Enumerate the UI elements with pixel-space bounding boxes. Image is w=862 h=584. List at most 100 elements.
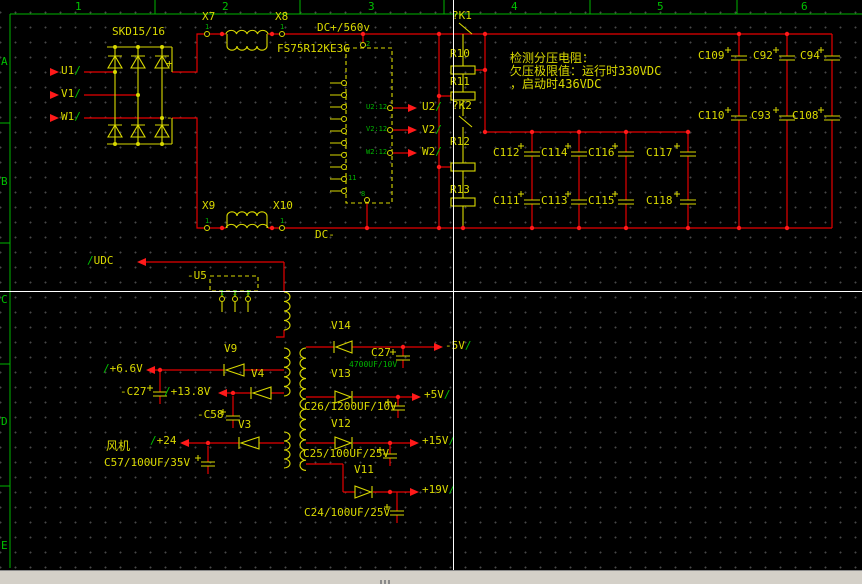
arrow-left-icon xyxy=(218,389,227,397)
diode-v4-icon xyxy=(251,387,271,399)
scrollbar-grip-icon[interactable] xyxy=(380,574,396,582)
wire-udc xyxy=(146,262,284,337)
ref-bridge[interactable]: SKD15/16 xyxy=(112,26,165,37)
note-line3[interactable]: ，启动时436VDC xyxy=(510,78,601,90)
terminals[interactable] xyxy=(205,32,393,302)
arrow-right-icon xyxy=(408,126,417,134)
pin-8[interactable]: 8 xyxy=(361,191,365,198)
diode-v14-icon xyxy=(334,341,352,353)
ref-v3[interactable]: V3 xyxy=(238,419,251,430)
pin-v2[interactable]: V2:12 xyxy=(366,126,387,133)
ref-x7[interactable]: X7 xyxy=(202,11,215,22)
zone-letter: E xyxy=(1,540,8,551)
crosshair-vertical xyxy=(453,0,454,570)
capacitor-plates[interactable] xyxy=(153,56,840,515)
ref-c25[interactable]: C25/100UF/25V xyxy=(303,448,389,459)
components[interactable] xyxy=(107,23,840,515)
ref-k2[interactable]: ?K2 xyxy=(452,100,472,111)
ref-c115[interactable]: C115 xyxy=(588,195,615,206)
pin-x10[interactable]: 1 xyxy=(280,218,284,225)
label-fan[interactable]: 风机 xyxy=(106,440,130,452)
arrow-right-icon xyxy=(410,488,419,496)
ref-c118[interactable]: C118 xyxy=(646,195,673,206)
port-13v8[interactable]: /+13.8V xyxy=(164,386,210,397)
port-u1[interactable]: U1/ xyxy=(61,65,81,76)
wire-divider-chain xyxy=(439,34,485,228)
port-udc[interactable]: /UDC xyxy=(87,255,114,266)
ref-v12[interactable]: V12 xyxy=(331,418,351,429)
net-dc-minus[interactable]: DC- xyxy=(315,229,335,240)
ref-c94[interactable]: C94 xyxy=(800,50,820,61)
ref-c24[interactable]: C24/100UF/25V xyxy=(304,507,390,518)
port-15v[interactable]: +15V/ xyxy=(422,435,455,446)
port-neg5v[interactable]: -5V/ xyxy=(445,340,472,351)
ref-x8[interactable]: X8 xyxy=(275,11,288,22)
ref-c93[interactable]: C93 xyxy=(751,110,771,121)
schematic-canvas[interactable]: 1 2 3 4 5 6 A B C D E U1/V1/W1/SKD15/16X… xyxy=(0,0,862,570)
ref-v13[interactable]: V13 xyxy=(331,368,351,379)
note-line1[interactable]: 检测分压电阻： xyxy=(510,52,594,64)
ref-c27-right[interactable]: C27 xyxy=(371,347,391,358)
port-19v[interactable]: +19V/ xyxy=(422,484,455,495)
val-c27[interactable]: 4700UF/10V xyxy=(349,361,397,369)
pin-w2[interactable]: W2:12 xyxy=(366,149,387,156)
port-v1[interactable]: V1/ xyxy=(61,88,81,99)
arrow-right-icon xyxy=(410,439,419,447)
port-u2[interactable]: U2/ xyxy=(422,101,442,112)
net-dc-plus[interactable]: DC+/560v xyxy=(317,22,370,33)
ref-v4[interactable]: V4 xyxy=(251,368,264,379)
smps-transformer[interactable] xyxy=(284,292,306,470)
zone-number: 4 xyxy=(511,1,518,12)
ref-c113[interactable]: C113 xyxy=(541,195,568,206)
ref-v14[interactable]: V14 xyxy=(331,320,351,331)
bridge-plus[interactable]: + xyxy=(166,58,173,69)
ref-c27-left[interactable]: -C27 xyxy=(120,386,147,397)
emi-choke-top[interactable] xyxy=(226,30,268,50)
pin-u2[interactable]: U2:12 xyxy=(366,104,387,111)
ref-c58[interactable]: -C58 xyxy=(197,409,224,420)
terminal-x9 xyxy=(205,226,210,231)
port-5v[interactable]: +5V/ xyxy=(424,389,451,400)
port-w1[interactable]: W1/ xyxy=(61,111,81,122)
ref-c57[interactable]: C57/100UF/35V xyxy=(104,457,190,468)
port-6v6[interactable]: /+6.6V xyxy=(103,363,143,374)
note-line2[interactable]: 欠压极限值：运行时330VDC xyxy=(510,65,661,77)
zone-number: 6 xyxy=(801,1,808,12)
terminal-x10 xyxy=(280,226,285,231)
ref-c117[interactable]: C117 xyxy=(646,147,673,158)
ref-c111[interactable]: C111 xyxy=(493,195,520,206)
ref-c112[interactable]: C112 xyxy=(493,147,520,158)
ref-c114[interactable]: C114 xyxy=(541,147,568,158)
ref-c109[interactable]: C109 xyxy=(698,50,725,61)
pin-x7[interactable]: 1 xyxy=(205,24,209,31)
pin-2[interactable]: 2 xyxy=(366,41,370,48)
horizontal-scrollbar[interactable] xyxy=(0,570,862,584)
ref-c26[interactable]: C26/1200UF/10V xyxy=(304,401,397,412)
ref-igbt[interactable]: FS75R12KE3G xyxy=(277,43,350,54)
pin-11[interactable]: 11 xyxy=(348,175,356,182)
ref-c108[interactable]: C108 xyxy=(792,110,819,121)
ref-c92[interactable]: C92 xyxy=(753,50,773,61)
ref-k1[interactable]: ?K1 xyxy=(452,10,472,21)
arrow-right-icon xyxy=(412,393,421,401)
arrow-left-icon xyxy=(137,258,146,266)
ref-x10[interactable]: X10 xyxy=(273,200,293,211)
emi-choke-bottom[interactable] xyxy=(226,212,268,228)
pin-x8[interactable]: 1 xyxy=(280,24,284,31)
zone-number: 3 xyxy=(368,1,375,12)
crosshair-horizontal xyxy=(0,291,862,292)
ref-u5[interactable]: -U5 xyxy=(187,270,207,281)
ref-x9[interactable]: X9 xyxy=(202,200,215,211)
port-24v[interactable]: /+24 xyxy=(150,435,177,446)
port-w2[interactable]: W2/ xyxy=(422,146,442,157)
zone-letter: B xyxy=(1,176,8,187)
ref-c110[interactable]: C110 xyxy=(698,110,725,121)
port-v2[interactable]: V2/ xyxy=(422,124,442,135)
ref-v9[interactable]: V9 xyxy=(224,343,237,354)
ref-v11[interactable]: V11 xyxy=(354,464,374,475)
arrow-right-icon xyxy=(50,114,59,122)
pin-x9[interactable]: 1 xyxy=(205,218,209,225)
bridge-minus[interactable]: - xyxy=(166,112,173,123)
arrow-right-icon xyxy=(434,343,443,351)
ref-c116[interactable]: C116 xyxy=(588,147,615,158)
